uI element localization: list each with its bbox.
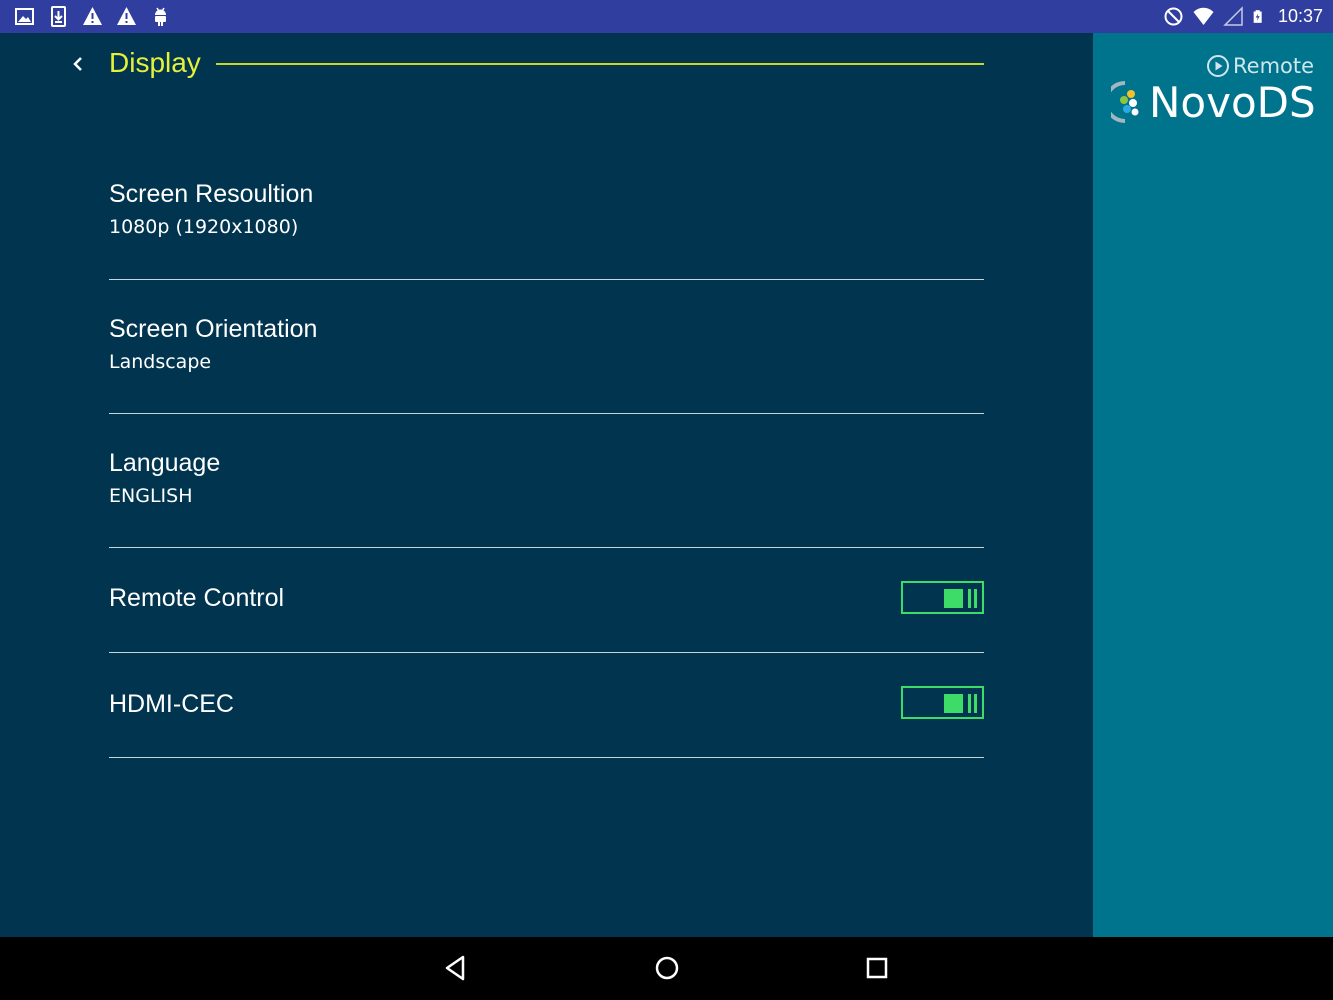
setting-title: Language — [109, 449, 221, 477]
setting-title: Screen Resoultion — [109, 180, 314, 208]
setting-value: Landscape — [109, 351, 212, 373]
page-header: Display — [68, 46, 984, 82]
setting-language[interactable]: Language ENGLISH — [109, 429, 984, 548]
battery-charging-icon — [1253, 10, 1262, 23]
remote-control-toggle[interactable] — [901, 581, 984, 614]
image-icon — [15, 8, 34, 25]
recents-icon[interactable] — [862, 953, 892, 983]
divider — [109, 757, 984, 758]
novods-logo-icon — [1111, 81, 1139, 123]
status-bar: 10:37 — [0, 0, 1333, 33]
toggle-knob — [944, 589, 963, 608]
hdmi-cec-toggle[interactable] — [901, 686, 984, 719]
brand-name-ds: DS — [1256, 77, 1316, 127]
warning-icon — [83, 7, 102, 25]
setting-screen-resolution[interactable]: Screen Resoultion 1080p (1920x1080) — [109, 160, 984, 280]
setting-value: 1080p (1920x1080) — [109, 216, 299, 238]
android-icon — [155, 7, 166, 26]
remote-label: Remote — [1233, 54, 1315, 78]
wifi-icon — [1193, 7, 1214, 26]
setting-remote-control: Remote Control — [109, 548, 984, 653]
navigation-bar — [0, 937, 1333, 1000]
brand-name: NovoDS — [1149, 78, 1316, 127]
home-icon[interactable] — [652, 953, 682, 983]
clock: 10:37 — [1277, 6, 1323, 26]
toggle-grip — [974, 589, 977, 608]
divider — [109, 279, 984, 280]
remote-badge: Remote — [1206, 53, 1314, 79]
toggle-grip — [968, 694, 971, 713]
setting-title: Remote Control — [109, 584, 285, 612]
toggle-grip — [968, 589, 971, 608]
signal-icon — [1223, 6, 1243, 26]
setting-title: Screen Orientation — [109, 315, 318, 343]
do-not-disturb-icon — [1164, 7, 1183, 26]
page-title: Display — [109, 47, 201, 78]
setting-value: ENGLISH — [109, 485, 193, 507]
setting-title: HDMI-CEC — [109, 690, 234, 718]
download-icon — [51, 6, 66, 27]
back-arrow-icon[interactable] — [68, 50, 88, 78]
setting-hdmi-cec: HDMI-CEC — [109, 653, 984, 758]
toggle-grip — [974, 694, 977, 713]
notification-icons — [14, 6, 171, 27]
toggle-knob — [944, 694, 963, 713]
back-icon[interactable] — [441, 953, 471, 983]
novods-logo: NovoDS — [1111, 78, 1316, 127]
warning-icon — [117, 7, 136, 25]
title-divider — [216, 63, 984, 65]
divider — [109, 413, 984, 414]
play-circle-icon — [1207, 55, 1229, 77]
system-icons: 10:37 — [1163, 5, 1323, 28]
brand-panel — [1093, 33, 1333, 937]
brand-name-novo: Novo — [1149, 77, 1257, 127]
setting-screen-orientation[interactable]: Screen Orientation Landscape — [109, 295, 984, 414]
